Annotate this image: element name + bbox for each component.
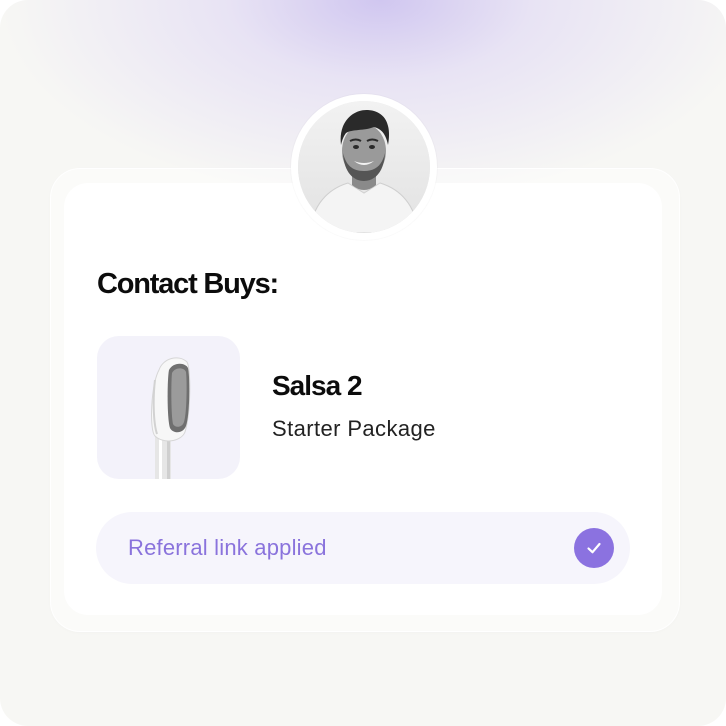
check-icon [587, 542, 601, 554]
referral-status-pill: Referral link applied [96, 512, 630, 584]
page-title: Contact Buys: [97, 268, 279, 300]
salsa-device-icon [151, 357, 191, 479]
product-image [97, 336, 240, 479]
product-name: Salsa 2 [272, 370, 363, 401]
card-screen: Contact Buys: Salsa 2 Starter Package Re… [0, 0, 726, 726]
product-package: Starter Package [272, 416, 436, 441]
referral-label: Referral link applied [128, 535, 327, 560]
person-avatar-icon [298, 101, 430, 233]
avatar [298, 101, 430, 233]
avatar-ring [291, 94, 437, 240]
check-circle-icon [574, 528, 614, 568]
